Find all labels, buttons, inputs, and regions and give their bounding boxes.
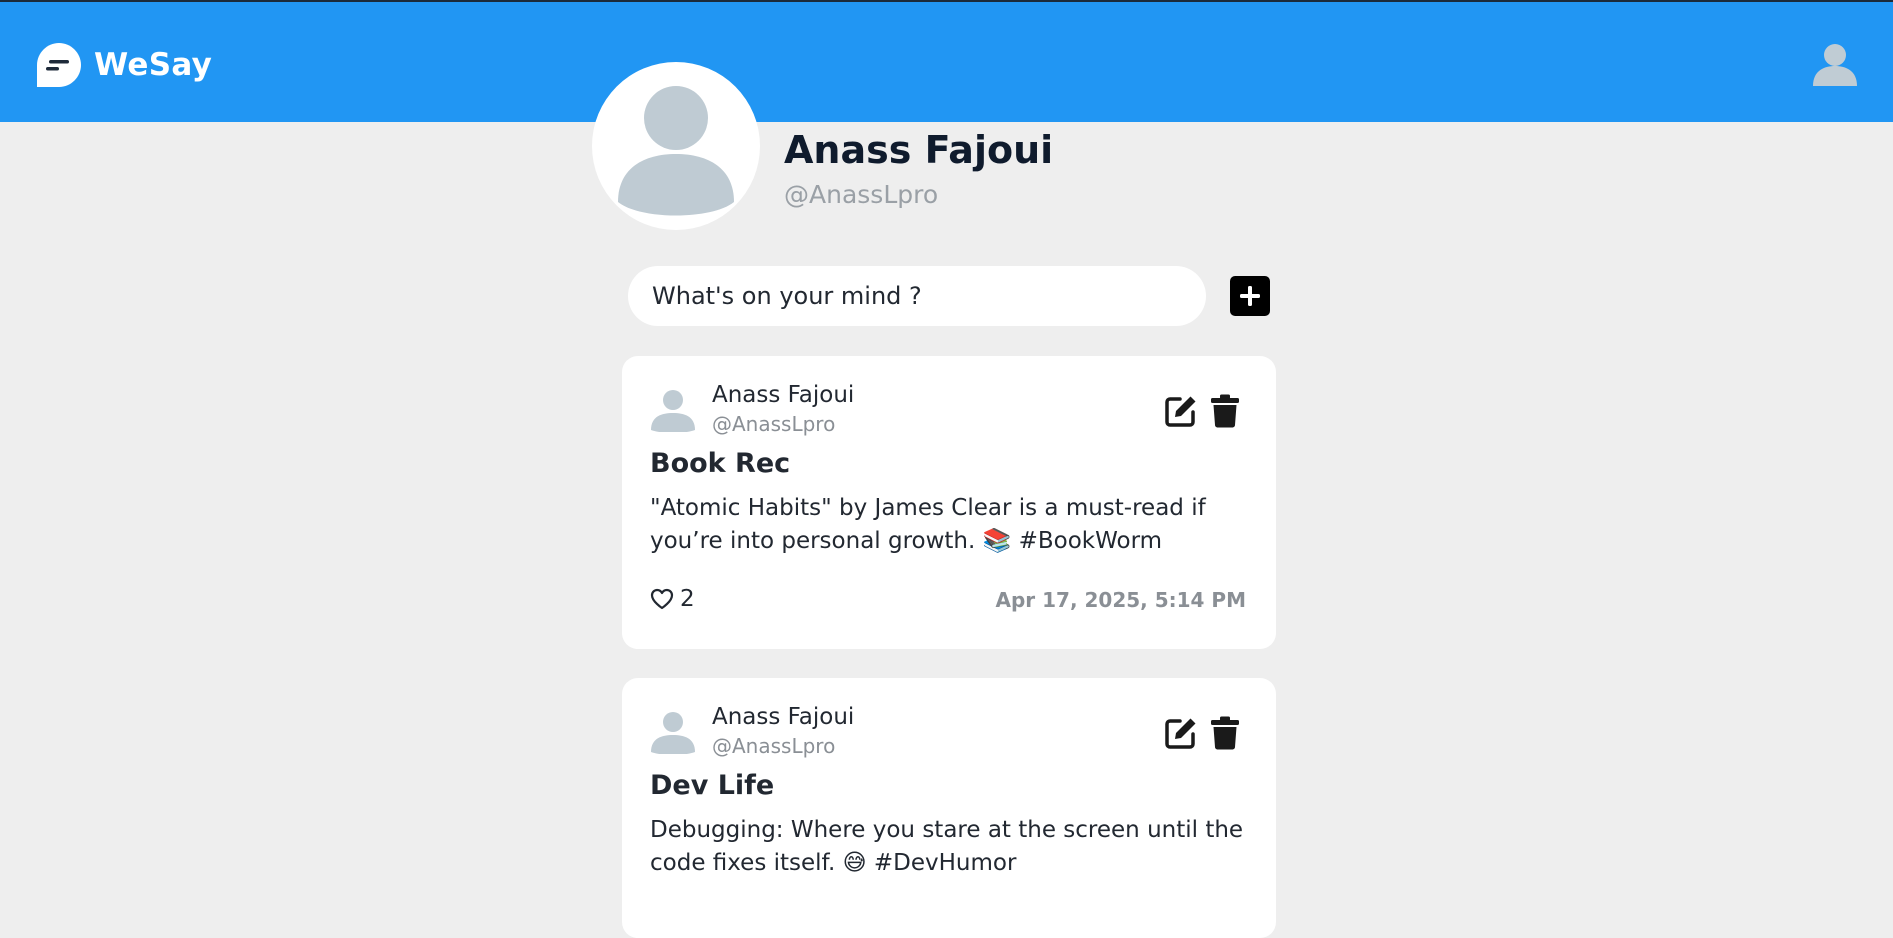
profile-name: Anass Fajoui xyxy=(784,128,1054,172)
user-avatar-icon xyxy=(1813,44,1857,86)
heart-icon xyxy=(650,588,674,610)
user-avatar-icon xyxy=(618,86,734,216)
user-avatar-icon xyxy=(651,712,695,754)
user-avatar-icon xyxy=(651,390,695,432)
user-menu-button[interactable] xyxy=(1811,40,1859,88)
app-logo[interactable]: WeSay xyxy=(36,42,212,88)
post-body: Debugging: Where you stare at the screen… xyxy=(650,817,1244,876)
post-card: Anass Fajoui @AnassLpro Book Rec "Atomic… xyxy=(622,356,1276,649)
post-author-handle: @AnassLpro xyxy=(712,734,836,758)
chat-bubble-icon xyxy=(37,43,81,87)
like-button[interactable]: 2 xyxy=(650,586,695,612)
edit-post-button[interactable] xyxy=(1164,716,1198,750)
add-post-button[interactable] xyxy=(1230,276,1270,316)
post-body: "Atomic Habits" by James Clear is a must… xyxy=(650,495,1206,554)
delete-post-button[interactable] xyxy=(1210,716,1240,750)
post-timestamp: Apr 17, 2025, 5:14 PM xyxy=(995,588,1246,612)
plus-icon xyxy=(1240,286,1260,306)
post-composer-input[interactable]: What's on your mind ? xyxy=(628,266,1206,326)
trash-icon xyxy=(1211,716,1239,750)
top-navbar: WeSay xyxy=(0,0,1893,122)
like-count: 2 xyxy=(680,586,695,612)
post-author-name: Anass Fajoui xyxy=(712,382,855,408)
post-author-handle: @AnassLpro xyxy=(712,412,836,436)
delete-post-button[interactable] xyxy=(1210,394,1240,428)
trash-icon xyxy=(1211,394,1239,428)
profile-handle: @AnassLpro xyxy=(784,180,939,209)
edit-icon xyxy=(1165,718,1196,749)
post-card: Anass Fajoui @AnassLpro Dev Life Debuggi… xyxy=(622,678,1276,938)
post-title: Book Rec xyxy=(650,448,791,479)
edit-icon xyxy=(1165,396,1196,427)
edit-post-button[interactable] xyxy=(1164,394,1198,428)
app-name: WeSay xyxy=(94,47,213,83)
post-author-name: Anass Fajoui xyxy=(712,704,855,730)
post-title: Dev Life xyxy=(650,770,775,801)
profile-avatar xyxy=(592,62,760,230)
